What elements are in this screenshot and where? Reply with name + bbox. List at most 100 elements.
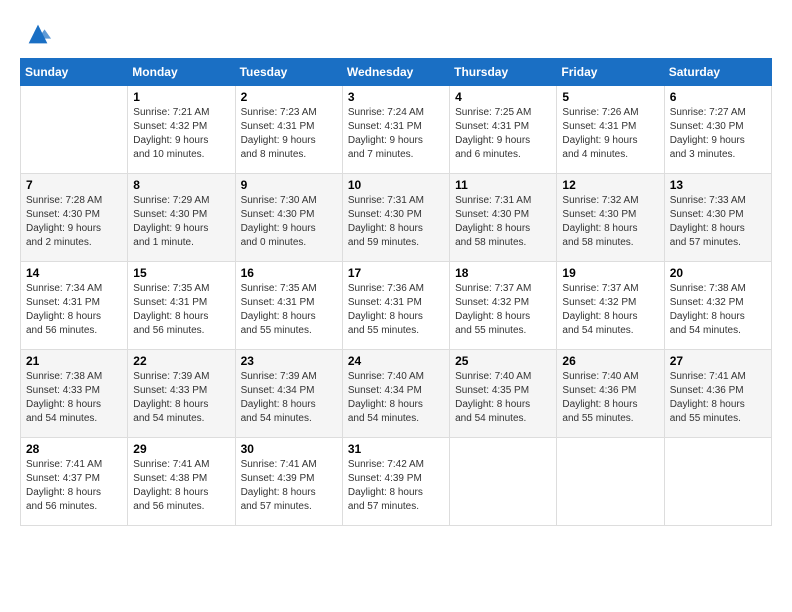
- day-info: Sunrise: 7:31 AM Sunset: 4:30 PM Dayligh…: [455, 194, 551, 250]
- calendar-cell: 23 Sunrise: 7:39 AM Sunset: 4:34 PM Dayli…: [235, 350, 342, 438]
- calendar-cell: 2Sunrise: 7:23 AM Sunset: 4:31 PM Daylig…: [235, 86, 342, 174]
- calendar-cell: [21, 86, 128, 174]
- calendar-cell: 24 Sunrise: 7:40 AM Sunset: 4:34 PM Dayli…: [342, 350, 449, 438]
- day-info: Sunrise: 7:36 AM Sunset: 4:31 PM Dayligh…: [348, 282, 444, 338]
- calendar-cell: 17 Sunrise: 7:36 AM Sunset: 4:31 PM Dayli…: [342, 262, 449, 350]
- day-info: Sunrise: 7:40 AM Sunset: 4:36 PM Dayligh…: [562, 370, 658, 426]
- calendar-cell: 6 Sunrise: 7:27 AM Sunset: 4:30 PM Daylig…: [664, 86, 771, 174]
- day-info: Sunrise: 7:21 AM Sunset: 4:32 PM Dayligh…: [133, 106, 229, 162]
- day-number: 9: [241, 178, 337, 192]
- day-number: 28: [26, 442, 122, 456]
- day-info: Sunrise: 7:29 AM Sunset: 4:30 PM Dayligh…: [133, 194, 229, 250]
- day-number: 13: [670, 178, 766, 192]
- day-number: 27: [670, 354, 766, 368]
- calendar-cell: [664, 438, 771, 526]
- day-info: Sunrise: 7:37 AM Sunset: 4:32 PM Dayligh…: [455, 282, 551, 338]
- calendar-cell: 30 Sunrise: 7:41 AM Sunset: 4:39 PM Dayli…: [235, 438, 342, 526]
- day-info: Sunrise: 7:27 AM Sunset: 4:30 PM Dayligh…: [670, 106, 766, 162]
- day-info: Sunrise: 7:30 AM Sunset: 4:30 PM Dayligh…: [241, 194, 337, 250]
- day-number: 24: [348, 354, 444, 368]
- day-number: 3: [348, 90, 444, 104]
- day-info: Sunrise: 7:34 AM Sunset: 4:31 PM Dayligh…: [26, 282, 122, 338]
- day-number: 23: [241, 354, 337, 368]
- day-number: 18: [455, 266, 551, 280]
- day-header-sunday: Sunday: [21, 59, 128, 86]
- calendar-cell: 1 Sunrise: 7:21 AM Sunset: 4:32 PM Daylig…: [128, 86, 235, 174]
- day-number: 17: [348, 266, 444, 280]
- calendar-cell: 18 Sunrise: 7:37 AM Sunset: 4:32 PM Dayli…: [450, 262, 557, 350]
- day-header-friday: Friday: [557, 59, 664, 86]
- calendar-cell: 5Sunrise: 7:26 AM Sunset: 4:31 PM Daylig…: [557, 86, 664, 174]
- day-header-tuesday: Tuesday: [235, 59, 342, 86]
- calendar-cell: 8 Sunrise: 7:29 AM Sunset: 4:30 PM Daylig…: [128, 174, 235, 262]
- calendar-cell: 25 Sunrise: 7:40 AM Sunset: 4:35 PM Dayli…: [450, 350, 557, 438]
- day-info: Sunrise: 7:39 AM Sunset: 4:33 PM Dayligh…: [133, 370, 229, 426]
- calendar-cell: 9 Sunrise: 7:30 AM Sunset: 4:30 PM Daylig…: [235, 174, 342, 262]
- calendar-cell: 7 Sunrise: 7:28 AM Sunset: 4:30 PM Daylig…: [21, 174, 128, 262]
- calendar-week-row: 1 Sunrise: 7:21 AM Sunset: 4:32 PM Daylig…: [21, 86, 772, 174]
- day-info: Sunrise: 7:41 AM Sunset: 4:39 PM Dayligh…: [241, 458, 337, 514]
- calendar-cell: 29 Sunrise: 7:41 AM Sunset: 4:38 PM Dayli…: [128, 438, 235, 526]
- calendar-week-row: 7 Sunrise: 7:28 AM Sunset: 4:30 PM Daylig…: [21, 174, 772, 262]
- calendar-cell: 22Sunrise: 7:39 AM Sunset: 4:33 PM Dayli…: [128, 350, 235, 438]
- calendar-cell: 31 Sunrise: 7:42 AM Sunset: 4:39 PM Dayli…: [342, 438, 449, 526]
- day-info: Sunrise: 7:39 AM Sunset: 4:34 PM Dayligh…: [241, 370, 337, 426]
- day-number: 5: [562, 90, 658, 104]
- calendar-cell: 20Sunrise: 7:38 AM Sunset: 4:32 PM Dayli…: [664, 262, 771, 350]
- day-info: Sunrise: 7:41 AM Sunset: 4:38 PM Dayligh…: [133, 458, 229, 514]
- day-number: 1: [133, 90, 229, 104]
- logo: [20, 20, 52, 48]
- day-info: Sunrise: 7:25 AM Sunset: 4:31 PM Dayligh…: [455, 106, 551, 162]
- calendar-cell: 27 Sunrise: 7:41 AM Sunset: 4:36 PM Dayli…: [664, 350, 771, 438]
- calendar-cell: 16Sunrise: 7:35 AM Sunset: 4:31 PM Dayli…: [235, 262, 342, 350]
- day-info: Sunrise: 7:37 AM Sunset: 4:32 PM Dayligh…: [562, 282, 658, 338]
- day-number: 25: [455, 354, 551, 368]
- logo-icon: [24, 20, 52, 48]
- calendar-week-row: 21 Sunrise: 7:38 AM Sunset: 4:33 PM Dayli…: [21, 350, 772, 438]
- day-header-wednesday: Wednesday: [342, 59, 449, 86]
- day-number: 30: [241, 442, 337, 456]
- day-number: 6: [670, 90, 766, 104]
- day-info: Sunrise: 7:40 AM Sunset: 4:34 PM Dayligh…: [348, 370, 444, 426]
- day-info: Sunrise: 7:42 AM Sunset: 4:39 PM Dayligh…: [348, 458, 444, 514]
- calendar-cell: 11 Sunrise: 7:31 AM Sunset: 4:30 PM Dayli…: [450, 174, 557, 262]
- calendar-cell: [450, 438, 557, 526]
- calendar-header-row: SundayMondayTuesdayWednesdayThursdayFrid…: [21, 59, 772, 86]
- calendar-cell: 26 Sunrise: 7:40 AM Sunset: 4:36 PM Dayli…: [557, 350, 664, 438]
- calendar-cell: [557, 438, 664, 526]
- day-number: 29: [133, 442, 229, 456]
- day-number: 8: [133, 178, 229, 192]
- day-number: 31: [348, 442, 444, 456]
- day-info: Sunrise: 7:41 AM Sunset: 4:37 PM Dayligh…: [26, 458, 122, 514]
- day-number: 20: [670, 266, 766, 280]
- calendar-cell: 12Sunrise: 7:32 AM Sunset: 4:30 PM Dayli…: [557, 174, 664, 262]
- day-number: 21: [26, 354, 122, 368]
- calendar-cell: 19 Sunrise: 7:37 AM Sunset: 4:32 PM Dayli…: [557, 262, 664, 350]
- calendar-cell: 3 Sunrise: 7:24 AM Sunset: 4:31 PM Daylig…: [342, 86, 449, 174]
- day-info: Sunrise: 7:23 AM Sunset: 4:31 PM Dayligh…: [241, 106, 337, 162]
- day-number: 10: [348, 178, 444, 192]
- calendar-cell: 28 Sunrise: 7:41 AM Sunset: 4:37 PM Dayli…: [21, 438, 128, 526]
- day-header-monday: Monday: [128, 59, 235, 86]
- day-number: 11: [455, 178, 551, 192]
- calendar-cell: 21 Sunrise: 7:38 AM Sunset: 4:33 PM Dayli…: [21, 350, 128, 438]
- day-info: Sunrise: 7:38 AM Sunset: 4:33 PM Dayligh…: [26, 370, 122, 426]
- day-info: Sunrise: 7:31 AM Sunset: 4:30 PM Dayligh…: [348, 194, 444, 250]
- day-number: 15: [133, 266, 229, 280]
- day-header-thursday: Thursday: [450, 59, 557, 86]
- day-number: 14: [26, 266, 122, 280]
- day-info: Sunrise: 7:24 AM Sunset: 4:31 PM Dayligh…: [348, 106, 444, 162]
- day-number: 19: [562, 266, 658, 280]
- day-info: Sunrise: 7:32 AM Sunset: 4:30 PM Dayligh…: [562, 194, 658, 250]
- calendar-week-row: 28 Sunrise: 7:41 AM Sunset: 4:37 PM Dayli…: [21, 438, 772, 526]
- day-number: 26: [562, 354, 658, 368]
- page-header: [20, 20, 772, 48]
- calendar-table: SundayMondayTuesdayWednesdayThursdayFrid…: [20, 58, 772, 526]
- calendar-week-row: 14 Sunrise: 7:34 AM Sunset: 4:31 PM Dayli…: [21, 262, 772, 350]
- day-number: 4: [455, 90, 551, 104]
- day-number: 7: [26, 178, 122, 192]
- day-info: Sunrise: 7:41 AM Sunset: 4:36 PM Dayligh…: [670, 370, 766, 426]
- calendar-cell: 14 Sunrise: 7:34 AM Sunset: 4:31 PM Dayli…: [21, 262, 128, 350]
- day-info: Sunrise: 7:40 AM Sunset: 4:35 PM Dayligh…: [455, 370, 551, 426]
- day-info: Sunrise: 7:28 AM Sunset: 4:30 PM Dayligh…: [26, 194, 122, 250]
